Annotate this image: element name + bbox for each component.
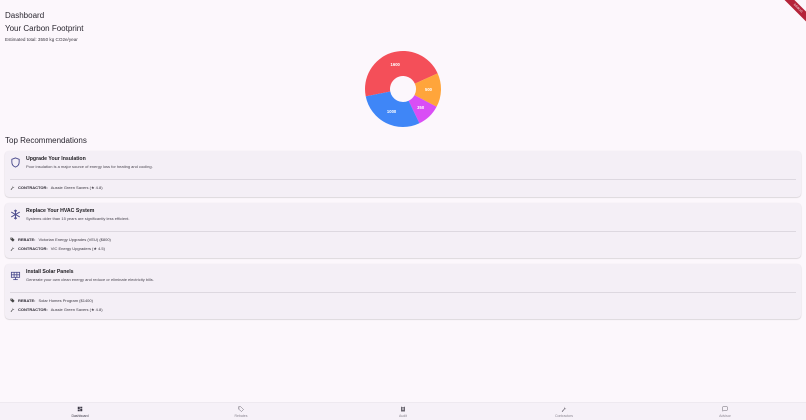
bottom-navigation-bar: Dashboard Rebates Audit Contractors Advi… bbox=[0, 402, 806, 420]
card-divider bbox=[10, 179, 796, 180]
donut-slice-label: 350 bbox=[417, 105, 425, 110]
wrench-icon bbox=[10, 185, 15, 190]
line-value: Solar Homes Program ($1400) bbox=[38, 297, 93, 303]
nav-label: Contractors bbox=[554, 413, 574, 418]
rebate-line[interactable]: REBATE: Solar Homes Program ($1400) bbox=[10, 297, 93, 303]
wrench-icon bbox=[10, 307, 15, 312]
footprint-heading: Your Carbon Footprint bbox=[5, 24, 84, 33]
line-value: VIC Energy Upgraders (★ 4.5) bbox=[50, 245, 105, 251]
recommendation-card-hvac[interactable]: Replace Your HVAC System Systems older t… bbox=[5, 203, 801, 258]
card-header: Install Solar Panels Generate your own c… bbox=[5, 264, 801, 290]
nav-item-audit[interactable]: Audit bbox=[383, 406, 423, 420]
shield-icon bbox=[11, 157, 20, 168]
card-header: Upgrade Your Insulation Poor insulation … bbox=[5, 151, 801, 177]
wrench-icon bbox=[10, 246, 15, 251]
dashboard-icon bbox=[77, 406, 83, 412]
snowflake-icon bbox=[11, 209, 20, 220]
page-title: Dashboard bbox=[5, 11, 45, 20]
donut-slice-label: 500 bbox=[425, 87, 433, 92]
card-divider bbox=[10, 292, 796, 293]
nav-label: Dashboard bbox=[71, 413, 89, 418]
clipboard-icon bbox=[401, 406, 405, 412]
contractor-line[interactable]: CONTRACTOR: Aussie Green Savers (★ 4.8) bbox=[10, 306, 103, 312]
card-title: Upgrade Your Insulation bbox=[26, 156, 86, 162]
card-title: Replace Your HVAC System bbox=[26, 208, 95, 214]
line-label: REBATE: bbox=[18, 297, 36, 303]
nav-label: Advisor bbox=[719, 413, 731, 418]
line-label: CONTRACTOR: bbox=[18, 184, 48, 190]
nav-item-contractors[interactable]: Contractors bbox=[544, 406, 584, 420]
contractor-line[interactable]: CONTRACTOR: Aussie Green Savers (★ 4.8) bbox=[10, 184, 103, 190]
line-value: Aussie Green Savers (★ 4.8) bbox=[50, 306, 103, 312]
line-label: CONTRACTOR: bbox=[18, 306, 48, 312]
line-label: CONTRACTOR: bbox=[18, 245, 48, 251]
chat-icon bbox=[722, 406, 728, 412]
donut-slice-label: 1000 bbox=[387, 109, 397, 114]
nav-item-dashboard[interactable]: Dashboard bbox=[60, 406, 100, 420]
recommendations-heading: Top Recommendations bbox=[5, 136, 87, 145]
footprint-estimate: Estimated total: 3550 kg CO2e/year bbox=[5, 37, 78, 42]
card-description: Poor insulation is a major source of ene… bbox=[26, 164, 153, 169]
carbon-footprint-donut-chart: 1600 500 350 1000 bbox=[365, 50, 441, 127]
rebate-line[interactable]: REBATE: Victorian Energy Upgrades (VEU) … bbox=[10, 236, 111, 242]
wrench-icon bbox=[561, 406, 567, 412]
donut-slice-label: 1600 bbox=[391, 62, 401, 67]
nav-label: Audit bbox=[399, 413, 407, 418]
card-header: Replace Your HVAC System Systems older t… bbox=[5, 203, 801, 229]
line-value: Victorian Energy Upgrades (VEU) ($800) bbox=[38, 236, 111, 242]
card-title: Install Solar Panels bbox=[26, 269, 74, 275]
app-bar: Dashboard bbox=[0, 0, 806, 20]
card-divider bbox=[10, 231, 796, 232]
card-description: Systems older than 15 years are signific… bbox=[26, 216, 130, 221]
nav-item-advisor[interactable]: Advisor bbox=[705, 406, 745, 420]
recommendation-card-solar[interactable]: Install Solar Panels Generate your own c… bbox=[5, 264, 801, 319]
contractor-line[interactable]: CONTRACTOR: VIC Energy Upgraders (★ 4.5) bbox=[10, 245, 105, 251]
line-value: Aussie Green Savers (★ 4.8) bbox=[50, 184, 103, 190]
nav-label: Rebates bbox=[234, 413, 248, 418]
line-label: REBATE: bbox=[18, 236, 36, 242]
solar-panel-icon bbox=[10, 271, 21, 281]
nav-item-rebates[interactable]: Rebates bbox=[221, 406, 261, 420]
recommendation-card-insulation[interactable]: Upgrade Your Insulation Poor insulation … bbox=[5, 151, 801, 197]
tag-icon bbox=[10, 298, 15, 303]
tag-icon bbox=[238, 406, 244, 412]
tag-icon bbox=[10, 237, 15, 242]
card-description: Generate your own clean energy and reduc… bbox=[26, 277, 154, 282]
